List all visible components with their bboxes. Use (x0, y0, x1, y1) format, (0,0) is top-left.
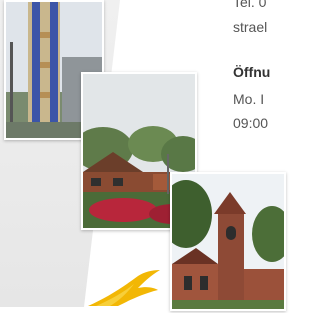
photo-brick-church (170, 172, 286, 311)
opening-hours-heading: Öffnu (233, 64, 271, 80)
logo-flame-icon (86, 268, 162, 308)
contact-tel-line: Tel. 0 (233, 0, 267, 10)
opening-hours-days: Mo. I (233, 91, 265, 107)
contact-email-line[interactable]: strael (233, 19, 267, 35)
opening-hours-time: 09:00 (233, 115, 269, 131)
